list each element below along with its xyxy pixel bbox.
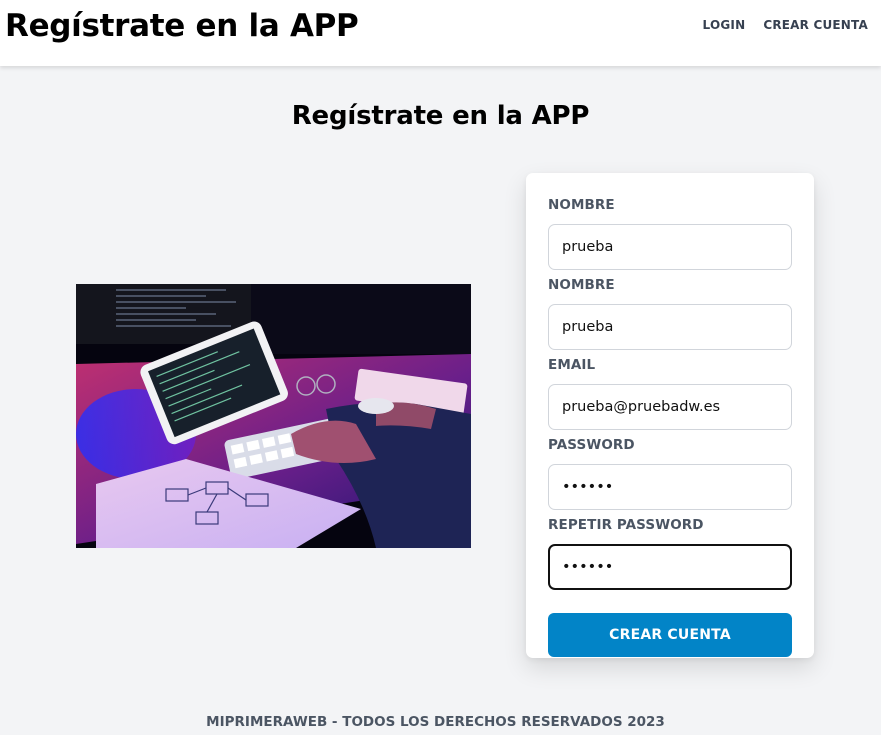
top-header: Regístrate en la APP LOGIN CREAR CUENTA (0, 0, 881, 66)
field-label-repeat-password: REPETIR PASSWORD (548, 517, 704, 533)
page-title: Regístrate en la APP (291, 101, 590, 131)
password-input[interactable] (548, 464, 792, 510)
email-input[interactable] (548, 384, 792, 430)
field-label-nombre-2: NOMBRE (548, 277, 615, 293)
site-brand[interactable]: Regístrate en la APP (5, 8, 359, 44)
field-label-nombre: NOMBRE (548, 197, 615, 213)
register-form: NOMBRE NOMBRE EMAIL PASSWORD REPETIR PAS… (526, 173, 814, 658)
create-account-button[interactable]: CREAR CUENTA (548, 613, 792, 657)
nav-login-link[interactable]: LOGIN (703, 18, 746, 32)
nav-create-account-link[interactable]: CREAR CUENTA (763, 18, 868, 32)
field-label-password: PASSWORD (548, 437, 635, 453)
nombre-input-2[interactable] (548, 304, 792, 350)
photo-developer-coding-icon (76, 284, 471, 548)
field-label-email: EMAIL (548, 357, 596, 373)
main-nav: LOGIN CREAR CUENTA (703, 18, 868, 32)
hero-image (76, 284, 471, 548)
nombre-input[interactable] (548, 224, 792, 270)
site-footer: MIPRIMERAWEB - TODOS LOS DERECHOS RESERV… (206, 714, 665, 730)
repeat-password-input[interactable] (548, 544, 792, 590)
